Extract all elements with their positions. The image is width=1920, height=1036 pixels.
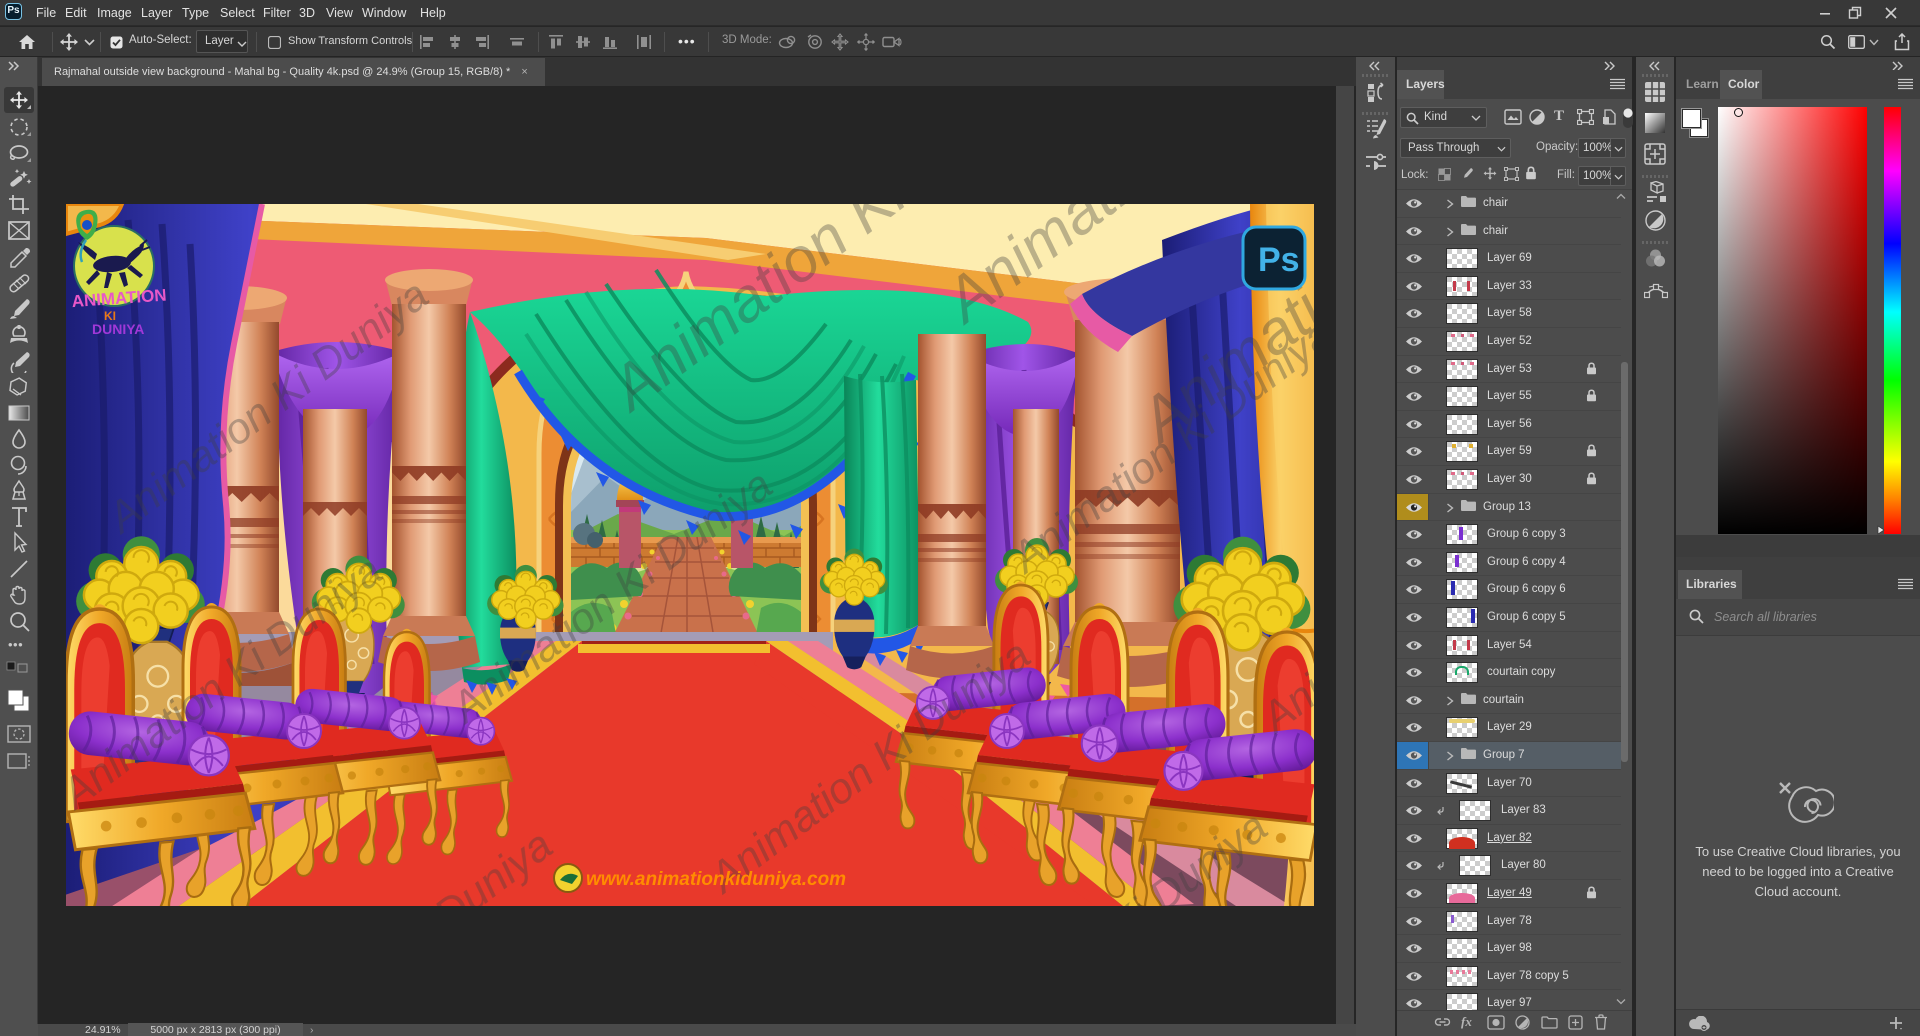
svg-text:DUNIYA: DUNIYA [92, 321, 144, 337]
svg-text:www.animationkiduniya.com: www.animationkiduniya.com [586, 869, 846, 890]
svg-text:Ps: Ps [1258, 241, 1300, 279]
